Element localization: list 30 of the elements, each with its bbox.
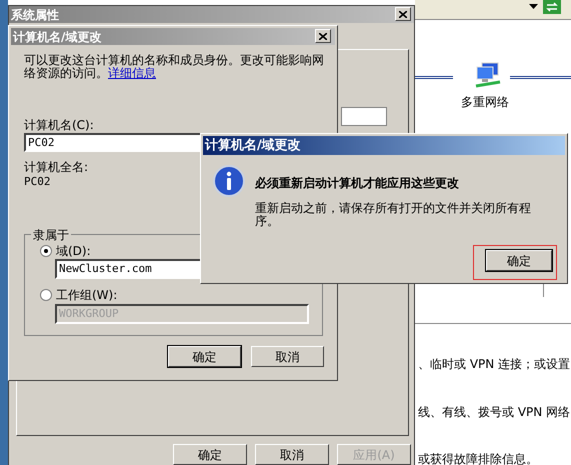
close-icon: [319, 32, 327, 40]
dialog-button[interactable]: 确定: [168, 346, 241, 367]
dialog-button[interactable]: 取消: [255, 444, 329, 465]
info-icon: [213, 165, 245, 197]
description-text: 或获得故障排除信息。: [418, 451, 538, 465]
radio-label: 工作组(W):: [56, 287, 118, 304]
radio-label: 域(D):: [56, 243, 91, 260]
window-title: 系统属性: [11, 6, 59, 24]
close-icon: [399, 10, 407, 18]
dialog-button[interactable]: 确定: [173, 444, 247, 465]
intro-text: 可以更改这台计算机的名称和成员身份。更改可能影响网络资源的访问。详细信息: [24, 54, 325, 80]
computer-name-label: 计算机名(C):: [24, 117, 94, 134]
message-body: 重新启动之前，请保存所有打开的文件并关闭所有程序。: [255, 202, 532, 228]
dropdown-arrow-icon: [529, 4, 538, 9]
dialog-button[interactable]: 取消: [251, 346, 324, 367]
description-text: 、临时或 VPN 连接；或设置: [418, 356, 570, 373]
full-name-value: PC02: [24, 174, 50, 190]
details-link[interactable]: 详细信息: [108, 66, 156, 80]
network-label: 多重网络: [461, 94, 509, 111]
radio-button[interactable]: [40, 245, 52, 257]
ok-button[interactable]: 确定: [486, 250, 552, 271]
refresh-icon[interactable]: [543, 0, 561, 14]
group-label: 隶属于: [31, 226, 71, 244]
full-name-label: 计算机全名:: [24, 159, 88, 176]
dialog-title: 计算机名/域更改: [13, 28, 102, 46]
message-heading: 必须重新启动计算机才能应用这些更改: [255, 175, 459, 192]
close-button[interactable]: [395, 7, 411, 21]
message-title: 计算机名/域更改: [205, 136, 301, 155]
description-text: 线、有线、拨号或 VPN 网络: [418, 404, 570, 421]
close-button[interactable]: [315, 29, 331, 43]
